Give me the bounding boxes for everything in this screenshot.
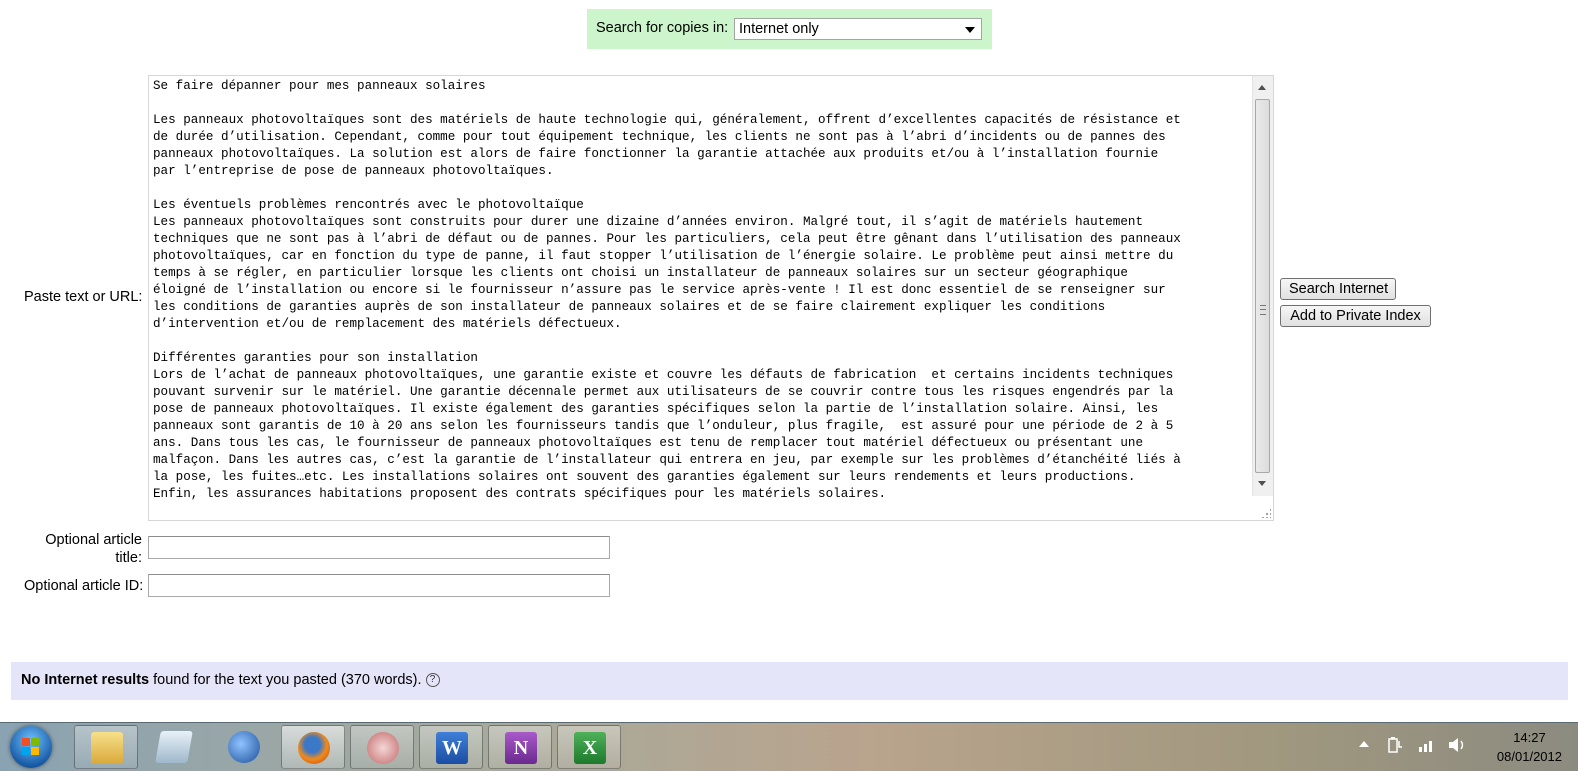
taskbar-explorer[interactable]: [74, 725, 138, 769]
results-bold: No Internet results: [21, 672, 150, 688]
grip-icon: [1260, 305, 1266, 315]
clock-date: 08/01/2012: [1496, 749, 1562, 764]
results-message-bar: No Internet results found for the text y…: [11, 662, 1568, 700]
show-hidden-icons-icon[interactable]: [1358, 738, 1370, 752]
network-icon[interactable]: [1418, 737, 1436, 756]
excel-icon: X: [574, 732, 606, 764]
taskbar-notepad[interactable]: [142, 725, 206, 769]
paste-text-label: Paste text or URL:: [24, 289, 143, 305]
search-internet-button[interactable]: Search Internet: [1280, 278, 1396, 300]
resize-grip-icon[interactable]: [1261, 508, 1271, 518]
taskbar-word[interactable]: W: [419, 725, 483, 769]
taskbar: W N X 14:27 08/01/2012: [0, 722, 1578, 771]
scrollbar-thumb[interactable]: [1255, 99, 1270, 473]
textarea-scrollbar[interactable]: [1252, 76, 1273, 496]
notepad-icon: [155, 731, 193, 763]
clock-time: 14:27: [1513, 730, 1546, 745]
clock[interactable]: 14:27 08/01/2012: [1497, 728, 1562, 766]
results-rest: found for the text you pasted (370 words…: [149, 672, 422, 688]
power-icon[interactable]: [1386, 735, 1404, 758]
word-icon: W: [436, 732, 468, 764]
onenote-icon: N: [505, 732, 537, 764]
paste-textarea[interactable]: Se faire dépanner pour mes panneaux sola…: [148, 75, 1274, 521]
help-icon[interactable]: ?: [425, 673, 440, 688]
taskbar-snipping-tool[interactable]: [350, 725, 414, 769]
search-scope-bar: Search for copies in: Internet only: [587, 9, 992, 49]
folder-icon: [91, 732, 123, 764]
article-id-label: Optional article ID:: [24, 578, 144, 594]
scope-select-value: Internet only: [739, 21, 819, 37]
scope-select[interactable]: Internet only: [734, 18, 982, 40]
taskbar-excel[interactable]: X: [557, 725, 621, 769]
taskbar-firefox[interactable]: [281, 725, 345, 769]
firefox-icon: [298, 732, 330, 764]
scroll-up-arrow-icon[interactable]: [1258, 85, 1266, 90]
pasted-text: Se faire dépanner pour mes panneaux sola…: [153, 79, 1181, 501]
thunderbird-icon: [228, 731, 260, 763]
start-button[interactable]: [10, 726, 52, 768]
results-message: No Internet results found for the text y…: [21, 672, 440, 688]
search-scope-label: Search for copies in:: [596, 20, 729, 36]
chevron-down-icon: [965, 27, 975, 33]
scissors-icon: [367, 732, 399, 764]
article-title-input[interactable]: [148, 536, 610, 559]
article-title-label: Optional article title:: [20, 531, 142, 567]
taskbar-onenote[interactable]: N: [488, 725, 552, 769]
article-id-input[interactable]: [148, 574, 610, 597]
volume-icon[interactable]: [1447, 735, 1467, 758]
scroll-down-arrow-icon[interactable]: [1258, 481, 1266, 486]
windows-logo-icon: [22, 738, 40, 756]
add-to-private-index-button[interactable]: Add to Private Index: [1280, 305, 1431, 327]
article-title-label-line2: title:: [115, 550, 142, 566]
taskbar-thunderbird[interactable]: [212, 725, 276, 769]
article-title-label-line1: Optional article: [45, 532, 142, 548]
